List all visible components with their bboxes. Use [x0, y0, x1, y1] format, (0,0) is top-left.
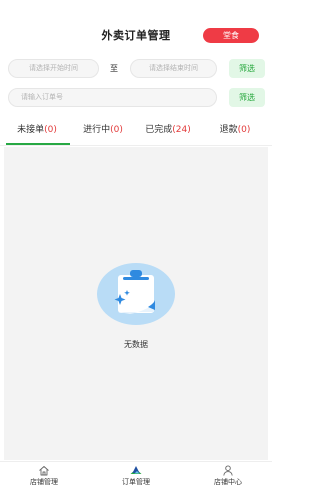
tab-count: (0): [110, 125, 123, 135]
order-status-tabs: 未接单(0) 进行中(0) 已完成(24) 退款(0): [0, 118, 272, 146]
tab-count: (0): [44, 125, 57, 135]
nav-shop-center[interactable]: 店铺中心: [198, 462, 258, 487]
nav-label: 店铺管理: [30, 478, 58, 486]
home-icon: [39, 466, 49, 476]
nav-label: 店铺中心: [214, 478, 242, 486]
app-screen: 外卖订单管理 堂食 请选择开始时间 至 请选择结束时间 筛选 请输入订单号 筛选…: [0, 0, 272, 487]
active-tab-indicator: [6, 143, 70, 145]
tab-completed[interactable]: 已完成(24): [136, 118, 200, 146]
date-filter-button[interactable]: 筛选: [229, 59, 265, 78]
bottom-navigation: 店铺管理 订单管理 店铺中心: [0, 461, 272, 487]
end-time-input[interactable]: 请选择结束时间: [130, 59, 217, 78]
tab-refund[interactable]: 退款(0): [204, 118, 266, 146]
nav-order-management[interactable]: 订单管理: [106, 462, 166, 487]
nav-shop-management[interactable]: 店铺管理: [14, 462, 74, 487]
to-label: 至: [110, 64, 118, 73]
tab-count: (0): [237, 125, 251, 135]
tab-label: 进行中: [83, 125, 111, 135]
tab-label: 退款: [219, 125, 238, 135]
tab-label: 已完成: [145, 125, 173, 135]
order-filter-row: 请输入订单号 筛选: [0, 88, 272, 108]
start-time-input[interactable]: 请选择开始时间: [8, 59, 99, 78]
empty-state-text: 无数据: [124, 340, 148, 349]
nav-label: 订单管理: [122, 478, 150, 486]
empty-clipboard-icon: [97, 263, 175, 325]
date-filter-row: 请选择开始时间 至 请选择结束时间 筛选: [0, 59, 272, 79]
dine-in-toggle-button[interactable]: 堂食: [203, 28, 259, 43]
header: 外卖订单管理 堂食: [0, 24, 272, 48]
tab-label: 未接单: [17, 125, 45, 135]
orders-icon: [130, 466, 142, 474]
tab-in-progress[interactable]: 进行中(0): [72, 118, 134, 146]
tab-pending[interactable]: 未接单(0): [4, 118, 70, 146]
user-icon: [223, 465, 233, 476]
order-list-area: 无数据: [4, 147, 268, 460]
order-filter-button[interactable]: 筛选: [229, 88, 265, 107]
order-number-input[interactable]: 请输入订单号: [8, 88, 217, 107]
tab-count: (24): [172, 125, 191, 135]
